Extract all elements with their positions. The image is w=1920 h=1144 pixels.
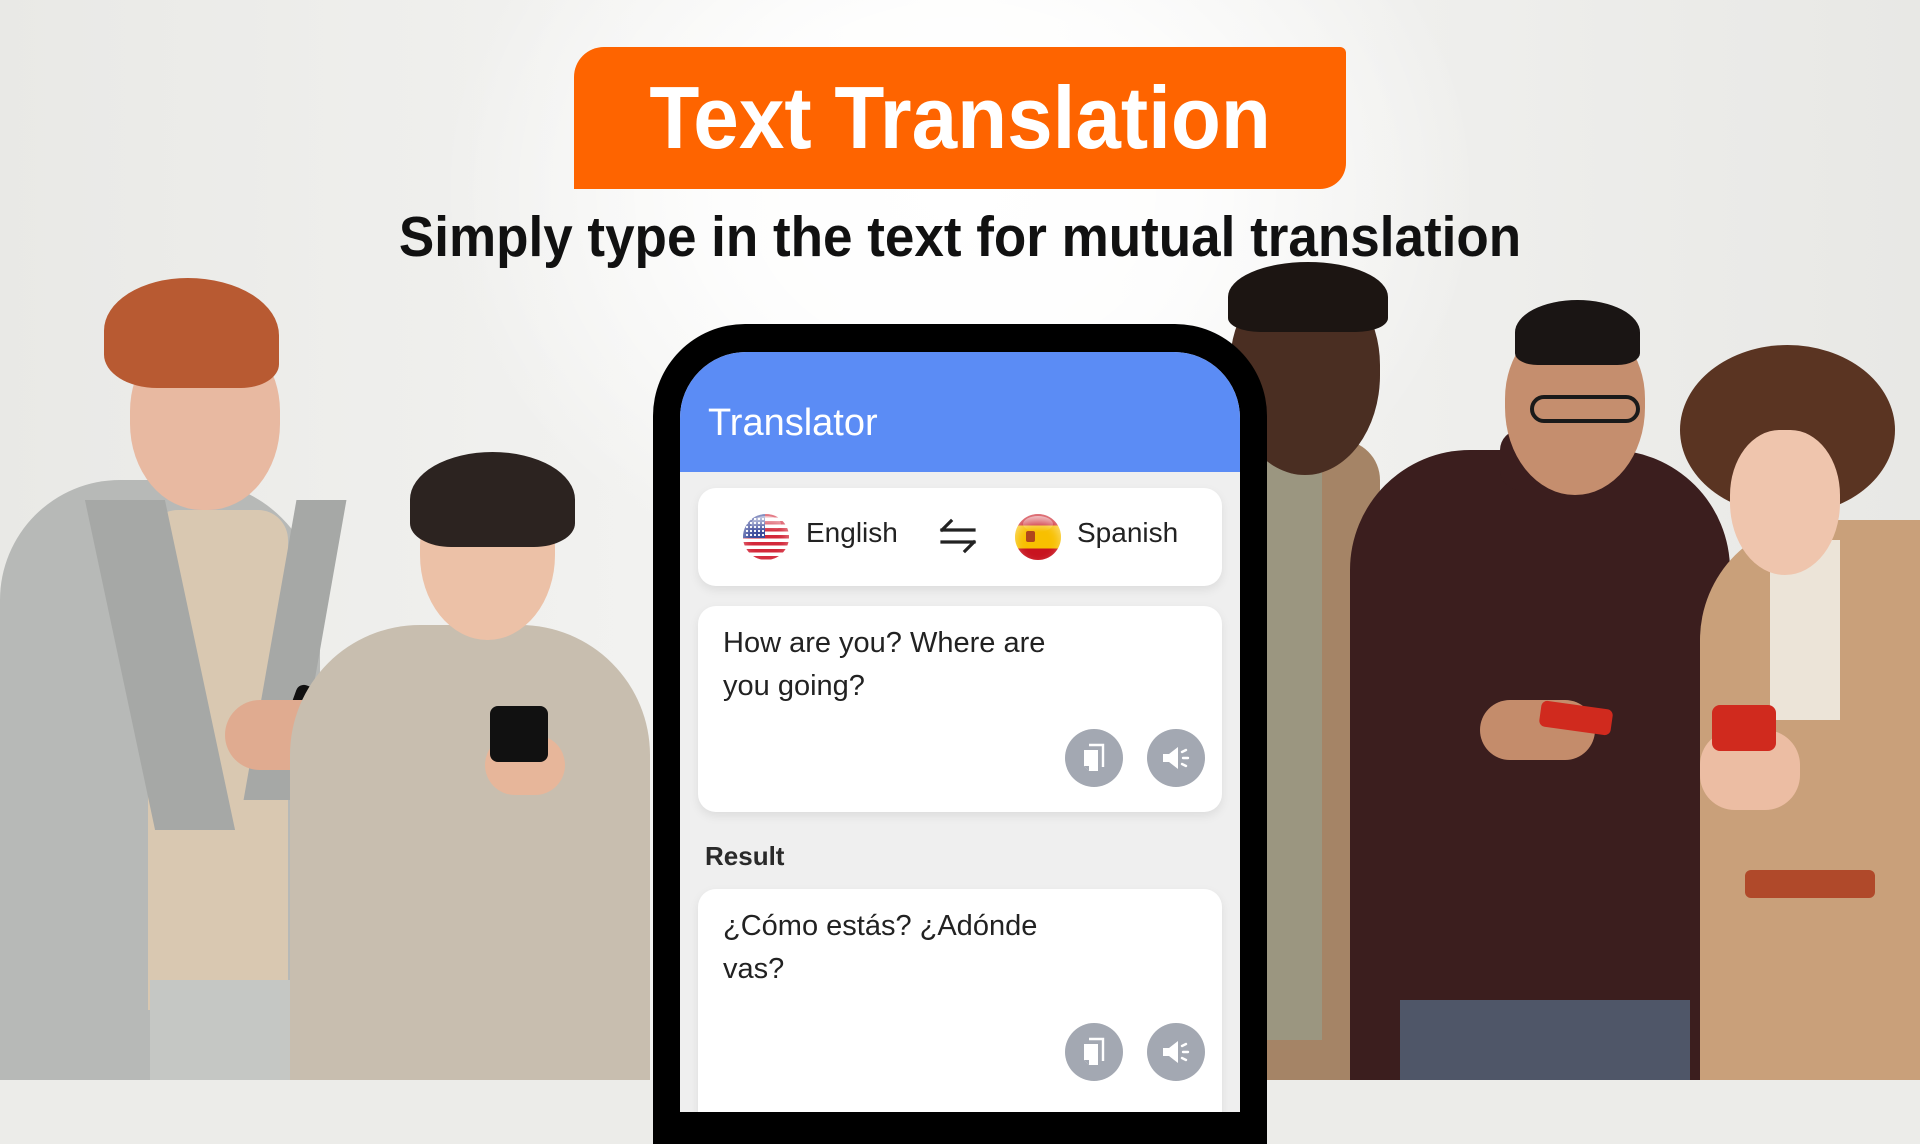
input-card[interactable]: How are you? Where are you going?	[698, 606, 1222, 812]
us-flag-icon[interactable]	[743, 514, 789, 560]
copy-result-button[interactable]	[1065, 1023, 1123, 1081]
hair	[1228, 262, 1388, 332]
swap-arrows-icon[interactable]	[938, 518, 978, 554]
head	[1730, 430, 1840, 575]
speaker-icon	[1163, 1041, 1190, 1063]
phone-screen: Translator English Spanish How are you? …	[680, 352, 1240, 1112]
page-subtitle: Simply type in the text for mutual trans…	[398, 205, 1522, 269]
app-title: Translator	[708, 402, 878, 444]
source-language-button[interactable]: English	[806, 519, 898, 547]
copy-input-button[interactable]	[1065, 729, 1123, 787]
spain-flag-icon[interactable]	[1015, 514, 1061, 560]
copy-icon	[1084, 1037, 1105, 1065]
page-title: Text Translation	[649, 68, 1271, 167]
result-text: ¿Cómo estás? ¿Adónde vas?	[723, 910, 1038, 985]
beige-sweater	[290, 625, 650, 1080]
smartphone	[490, 706, 548, 762]
flag-crest	[1026, 531, 1035, 542]
belt	[1745, 870, 1875, 898]
speak-input-button[interactable]	[1147, 729, 1205, 787]
speak-result-button[interactable]	[1147, 1023, 1205, 1081]
pants	[1400, 1000, 1690, 1080]
hair	[104, 278, 279, 388]
input-text[interactable]: How are you? Where are you going?	[723, 622, 1083, 708]
shirt	[1262, 440, 1322, 1040]
result-card: ¿Cómo estás? ¿Adónde vas?	[698, 889, 1222, 1112]
flag-gloss	[1023, 516, 1053, 532]
red-smartphone	[1712, 705, 1776, 751]
hair	[410, 452, 575, 547]
pants	[150, 980, 300, 1080]
language-selector: English Spanish	[698, 488, 1222, 586]
glasses	[1530, 395, 1640, 423]
title-banner: Text Translation	[574, 47, 1346, 189]
hair	[1515, 300, 1640, 365]
result-label: Result	[705, 841, 785, 871]
app-bar: Translator	[680, 352, 1240, 472]
dark-turtleneck	[1350, 450, 1730, 1080]
target-language-button[interactable]: Spanish	[1077, 519, 1178, 547]
copy-icon	[1084, 743, 1105, 771]
flag-gloss	[751, 516, 781, 532]
speaker-icon	[1163, 747, 1190, 769]
